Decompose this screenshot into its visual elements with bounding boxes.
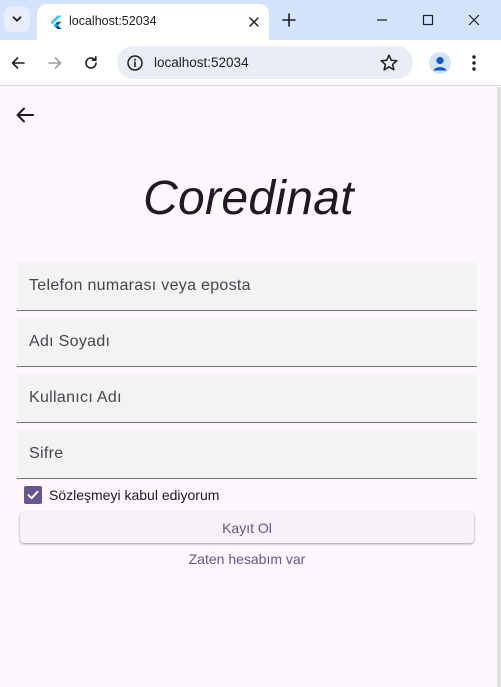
- register-page: Coredinat Sözleşmeyi kabul ediyorum Kayı…: [0, 87, 497, 687]
- kebab-menu-icon[interactable]: [466, 53, 482, 73]
- browser-tab[interactable]: localhost:52034: [37, 4, 269, 40]
- maximize-button[interactable]: [405, 0, 451, 40]
- username-input[interactable]: [17, 374, 477, 422]
- arrow-back-icon[interactable]: [13, 103, 37, 127]
- minimize-button[interactable]: [359, 0, 405, 40]
- check-icon: [27, 490, 39, 500]
- browser-tabstrip: localhost:52034: [0, 0, 501, 40]
- arrow-forward-icon: [48, 57, 62, 69]
- flutter-icon: [50, 15, 62, 29]
- tab-title: localhost:52034: [69, 14, 157, 28]
- agreement-label: Sözleşmeyi kabul ediyorum: [49, 487, 220, 503]
- close-icon[interactable]: [246, 14, 262, 30]
- arrow-back-icon: [11, 57, 25, 69]
- browser-toolbar: localhost:52034: [0, 40, 501, 86]
- contact-field[interactable]: [17, 262, 477, 311]
- username-field[interactable]: [17, 374, 477, 423]
- window-close-button[interactable]: [451, 0, 497, 40]
- full-name-input[interactable]: [17, 318, 477, 366]
- agreement-checkbox[interactable]: [24, 486, 42, 504]
- maximize-icon: [422, 14, 434, 26]
- address-bar[interactable]: localhost:52034: [117, 46, 413, 79]
- back-nav-button[interactable]: [8, 53, 28, 73]
- contact-input[interactable]: [17, 262, 477, 310]
- profile-icon: [433, 56, 447, 71]
- profile-button[interactable]: [429, 52, 451, 74]
- register-button[interactable]: Kayıt Ol: [20, 512, 474, 543]
- chevron-down-icon: [12, 16, 22, 22]
- agreement-row: Sözleşmeyi kabul ediyorum: [24, 485, 324, 505]
- tab-search-button[interactable]: [4, 6, 30, 32]
- app-title: Coredinat: [143, 172, 354, 225]
- reload-button[interactable]: [81, 53, 101, 73]
- password-field[interactable]: [17, 430, 477, 479]
- info-icon[interactable]: [126, 54, 144, 72]
- forward-nav-button[interactable]: [45, 53, 65, 73]
- minimize-icon: [377, 19, 387, 21]
- close-icon: [468, 14, 480, 26]
- address-url[interactable]: localhost:52034: [154, 55, 249, 70]
- full-name-field[interactable]: [17, 318, 477, 367]
- login-link[interactable]: Zaten hesabım var: [0, 551, 494, 567]
- plus-icon[interactable]: [280, 11, 298, 29]
- star-icon[interactable]: [379, 53, 399, 73]
- window-edge: [497, 87, 501, 687]
- reload-icon: [85, 56, 97, 69]
- password-input[interactable]: [17, 430, 477, 478]
